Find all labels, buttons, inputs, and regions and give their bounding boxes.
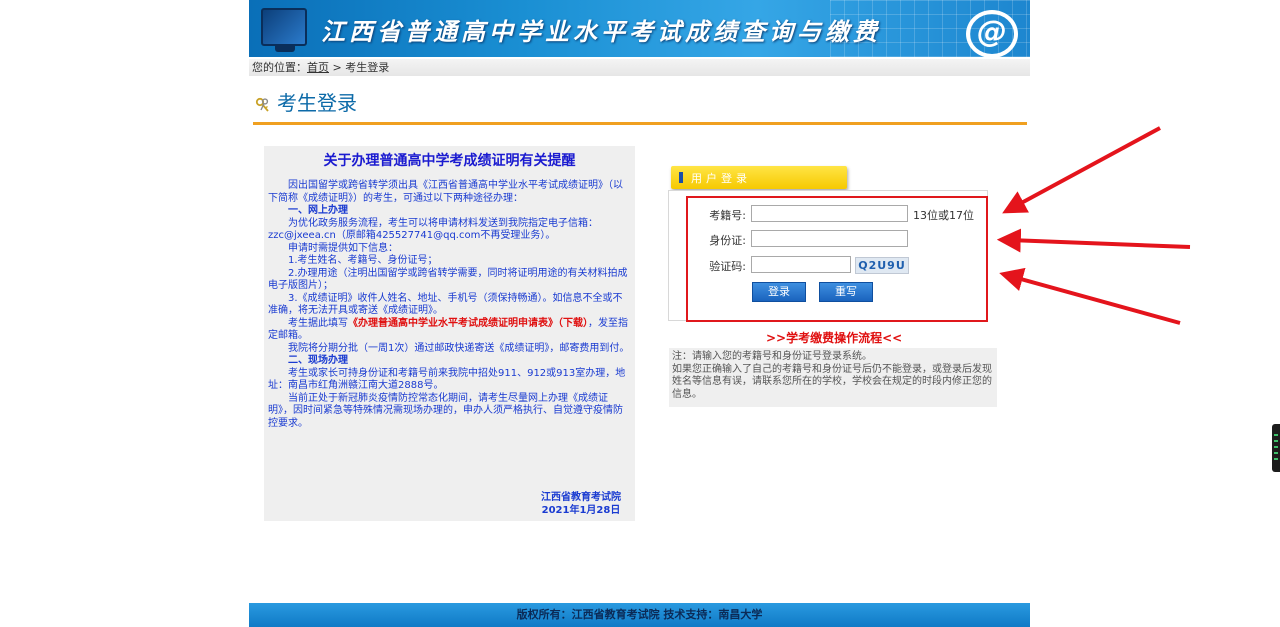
- page-container: 江西省普通高中学业水平考试成绩查询与缴费 @ 您的位置：首页 > 考生登录 考生…: [249, 0, 1030, 627]
- side-toolbar-indicator: [1274, 452, 1278, 454]
- id-card-label-wrap: 身份证:: [688, 229, 746, 249]
- login-form: 考籍号: 13位或17位 身份证: 验证码: Q2U9U 登录 重写: [686, 196, 988, 322]
- notice-signature: 江西省教育考试院 2021年1月28日: [541, 491, 621, 517]
- notice-paragraph: 为优化政务服务流程，考生可以将申请材料发送到我院指定电子信箱：zzc@jxeea…: [268, 217, 598, 242]
- captcha-label-wrap: 验证码:: [688, 255, 746, 275]
- breadcrumb-home-link[interactable]: 首页: [307, 61, 329, 74]
- login-tab-header: 用户登录: [671, 166, 847, 189]
- exam-id-label-wrap: 考籍号:: [688, 204, 746, 224]
- footer-copyright: 版权所有：江西省教育考试院 技术支持：南昌大学: [249, 603, 1030, 627]
- notice-text: 考生据此填写: [288, 317, 348, 329]
- notice-section-onsite: 二、现场办理: [288, 355, 348, 366]
- side-toolbar-handle[interactable]: [1272, 424, 1280, 472]
- notice-title: 关于办理普通高中学考成绩证明有关提醒: [323, 153, 576, 169]
- side-toolbar-indicator: [1274, 458, 1278, 460]
- notice-paragraph: 1.考生姓名、考籍号、身份证号；: [288, 255, 438, 266]
- tab-marker: [679, 172, 683, 183]
- captcha-input[interactable]: [751, 256, 851, 273]
- id-card-input[interactable]: [751, 230, 908, 247]
- breadcrumb-separator: >: [329, 61, 346, 74]
- site-title: 江西省普通高中学业水平考试成绩查询与缴费: [321, 17, 881, 46]
- arrow-to-id-card: [996, 228, 1191, 253]
- exam-id-input[interactable]: [751, 205, 908, 222]
- login-tab-label: 用户登录: [691, 172, 751, 185]
- arrow-to-exam-id: [1002, 126, 1161, 214]
- captcha-row: 验证码: Q2U9U: [688, 255, 988, 275]
- fee-flow-link[interactable]: >>学考缴费操作流程<<: [766, 329, 902, 346]
- id-card-label: 身份证:: [709, 234, 746, 247]
- notice-paragraph-download: 考生据此填写《办理普通高中学业水平考试成绩证明申请表》（下载），发至指定邮箱。: [268, 318, 631, 343]
- side-toolbar-indicator: [1274, 446, 1278, 448]
- exam-id-hint: 13位或17位: [913, 209, 974, 222]
- application-form-download-link[interactable]: 《办理普通高中学业水平考试成绩证明申请表》（下载）: [348, 318, 588, 329]
- notice-paragraph: 当前正处于新冠肺炎疫情防控常态化期间，请考生尽量网上办理《成绩证明》，因时间紧急…: [268, 392, 623, 429]
- notice-section-online: 一、网上办理: [288, 205, 348, 216]
- notice-paragraph: 申请时需提供如下信息：: [288, 242, 398, 254]
- notice-paragraph: 3.《成绩证明》收件人姓名、地址、手机号（须保持畅通）。如信息不全或不准确，将无…: [268, 292, 623, 317]
- keys-icon: [255, 97, 269, 112]
- notice-intro: 因出国留学或跨省转学须出具《江西省普通高中学业水平考试成绩证明》（以下简称《成绩…: [268, 180, 623, 204]
- exam-id-label: 考籍号:: [709, 209, 746, 222]
- notice-signature-date: 2021年1月28日: [541, 505, 621, 516]
- notice-panel: 关于办理普通高中学考成绩证明有关提醒 因出国留学或跨省转学须出具《江西省普通高中…: [264, 146, 635, 521]
- monitor-icon: [261, 8, 307, 52]
- notice-paragraph: 2.办理用途（注明出国留学或跨省转学需要，同时将证明用途的有关材料拍成电子版图片…: [268, 267, 628, 292]
- breadcrumb: 您的位置：首页 > 考生登录: [249, 59, 1030, 76]
- login-note: 注：请输入您的考籍号和身份证号登录系统。 如果您正确输入了自己的考籍号和身份证号…: [669, 348, 997, 407]
- side-toolbar-indicator: [1274, 440, 1278, 442]
- arrow-to-captcha: [999, 267, 1181, 325]
- breadcrumb-prefix: 您的位置：: [252, 61, 307, 74]
- at-sign-icon: @: [966, 10, 1018, 57]
- title-divider: [253, 122, 1027, 125]
- page-title: 考生登录: [277, 91, 357, 115]
- notice-signature-org: 江西省教育考试院: [541, 492, 621, 503]
- captcha-image[interactable]: Q2U9U: [855, 257, 909, 274]
- exam-id-row: 考籍号: 13位或17位: [688, 204, 988, 224]
- notice-paragraph: 我院将分期分批（一周1次）通过邮政快递寄送《成绩证明》，邮寄费用到付。: [288, 342, 630, 354]
- captcha-label: 验证码:: [709, 260, 746, 273]
- id-card-row: 身份证:: [688, 229, 988, 249]
- login-button[interactable]: 登录: [752, 282, 806, 302]
- notice-paragraph: 考生或家长可持身份证和考籍号前来我院中招处911、912或913室办理，地址：南…: [268, 367, 626, 392]
- breadcrumb-current: 考生登录: [345, 61, 390, 74]
- header-banner: 江西省普通高中学业水平考试成绩查询与缴费 @: [249, 0, 1030, 57]
- reset-button[interactable]: 重写: [819, 282, 873, 302]
- side-toolbar-indicator: [1274, 434, 1278, 436]
